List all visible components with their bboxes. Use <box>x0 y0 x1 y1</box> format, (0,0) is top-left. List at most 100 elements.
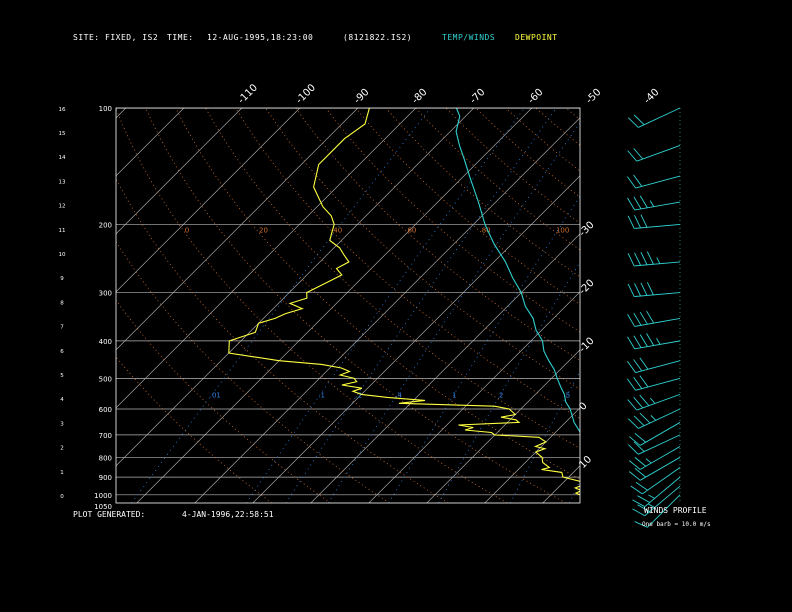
wind-barb-flag <box>634 433 647 443</box>
wind-barb-flag <box>646 310 655 324</box>
dry-adiabat-line <box>686 108 792 503</box>
wind-barb-staff <box>635 175 681 189</box>
dry-adiabat-line <box>116 240 390 503</box>
height-tick-label: 0 <box>60 494 64 500</box>
dry-adiabat-line <box>145 108 567 503</box>
isotherm-line <box>116 108 359 351</box>
wind-barb-flag <box>629 436 641 446</box>
temperature-top-label: -100 <box>294 82 318 106</box>
dry-adiabat-line <box>116 299 331 503</box>
height-tick-label: 2 <box>60 446 64 452</box>
dry-adiabat-line <box>116 177 449 503</box>
dry-adiabat-line <box>175 108 580 480</box>
wind-barb-flag <box>634 252 641 266</box>
wind-barb-flag <box>639 334 648 347</box>
wind-barb-flag <box>627 418 639 429</box>
height-tick-label: 5 <box>60 373 64 379</box>
wind-barb-staff <box>639 422 681 446</box>
plot-generated-label: PLOT GENERATED: <box>73 510 146 519</box>
pressure-tick-label: 700 <box>99 432 112 440</box>
wind-barb-staff <box>634 318 681 327</box>
height-tick-label: 1 <box>60 470 64 476</box>
isotherm-line <box>116 108 417 409</box>
wind-barb-flag <box>639 412 651 424</box>
wind-barb-flag <box>627 336 636 350</box>
height-tick-label: 12 <box>59 204 66 210</box>
wind-barb-flag <box>627 378 636 391</box>
winds-profile-panel <box>627 107 681 528</box>
wind-barb-flag <box>650 397 656 404</box>
wind-barb-flag <box>635 481 648 491</box>
wind-barb-flag <box>633 114 645 126</box>
pressure-tick-label: 800 <box>99 454 112 462</box>
wind-barb-flag <box>627 197 636 211</box>
wind-barb-flag <box>656 257 661 264</box>
mixing-ratio-label: 5 <box>566 391 570 399</box>
dry-adiabat-line <box>596 108 792 503</box>
temperature-top-label: -50 <box>584 87 603 106</box>
wind-barb-flag <box>640 252 648 266</box>
plot-generated-value: 4-JAN-1996,22:58:51 <box>182 510 274 519</box>
wind-barb-flag <box>656 338 661 345</box>
wind-barb-flag <box>629 460 641 470</box>
wind-barb-flag <box>627 117 639 128</box>
wind-barb-flag <box>633 359 643 372</box>
wind-barb-flag <box>627 215 635 229</box>
isotherm-line <box>116 108 243 235</box>
wind-barb-flag <box>632 508 645 517</box>
dry-adiabat-line <box>265 108 580 390</box>
dry-adiabat-line <box>565 108 580 121</box>
mixing-ratio-line <box>285 108 557 503</box>
height-tick-label: 16 <box>59 107 66 113</box>
temperature-top-label: -40 <box>642 87 661 106</box>
dry-adiabat-line <box>205 108 580 449</box>
height-tick-label: 8 <box>60 300 64 306</box>
wind-barb-flag <box>633 196 642 210</box>
dry-adiabat-label: 40 <box>333 227 342 235</box>
wind-barb-staff <box>638 434 681 455</box>
dry-adiabat-line <box>116 356 273 503</box>
wind-barb-staff <box>635 377 681 391</box>
wind-barb-staff <box>639 456 681 481</box>
height-tick-label: 9 <box>60 276 64 282</box>
pressure-tick-label: 1000 <box>94 492 112 500</box>
mixing-ratio-line <box>246 108 525 503</box>
height-tick-label: 10 <box>59 252 66 258</box>
wind-barb-staff <box>634 223 681 229</box>
dry-adiabat-line <box>445 108 580 224</box>
wind-barb-flag <box>633 335 642 348</box>
wind-barb-staff <box>634 292 681 298</box>
dry-adiabat-line <box>656 108 792 503</box>
isotherm-line <box>136 108 533 503</box>
wind-barb-flag <box>640 214 648 228</box>
wind-barb-flag <box>649 200 655 207</box>
isotherm-line <box>0 108 10 503</box>
dry-adiabat-line <box>626 108 792 503</box>
mixing-ratio-label: 1 <box>452 391 456 399</box>
dry-adiabat-line <box>355 108 580 305</box>
temperature-top-label: -70 <box>468 87 487 106</box>
winds-profile-label: WINDS PROFILE <box>644 506 707 515</box>
wind-barb-flag <box>627 399 638 411</box>
mixing-ratio-line <box>327 122 580 503</box>
mixing-ratio-label: .1 <box>318 391 325 399</box>
wind-barb-staff <box>644 476 681 508</box>
wind-barb-flag <box>633 174 643 187</box>
wind-barb-flag <box>633 397 644 409</box>
wind-barb-flag <box>650 415 657 421</box>
mixing-ratio-line <box>672 108 792 503</box>
dry-adiabat-line <box>716 108 792 503</box>
height-tick-label: 4 <box>60 397 64 403</box>
barb-note: One barb = 10.0 m/s <box>642 521 711 528</box>
wind-barb-flag <box>639 375 649 388</box>
wind-barb-staff <box>639 446 681 470</box>
isotherm-line <box>116 108 185 177</box>
mixing-ratio-line <box>438 261 580 503</box>
pressure-tick-label: 400 <box>99 338 112 346</box>
pressure-tick-label: 300 <box>99 290 112 298</box>
isotherm-line <box>426 349 580 503</box>
temperature-top-label: -90 <box>352 87 371 106</box>
isotherm-line <box>310 233 580 503</box>
temperature-top-label: -110 <box>236 82 260 106</box>
wind-barb-flag <box>633 148 644 160</box>
